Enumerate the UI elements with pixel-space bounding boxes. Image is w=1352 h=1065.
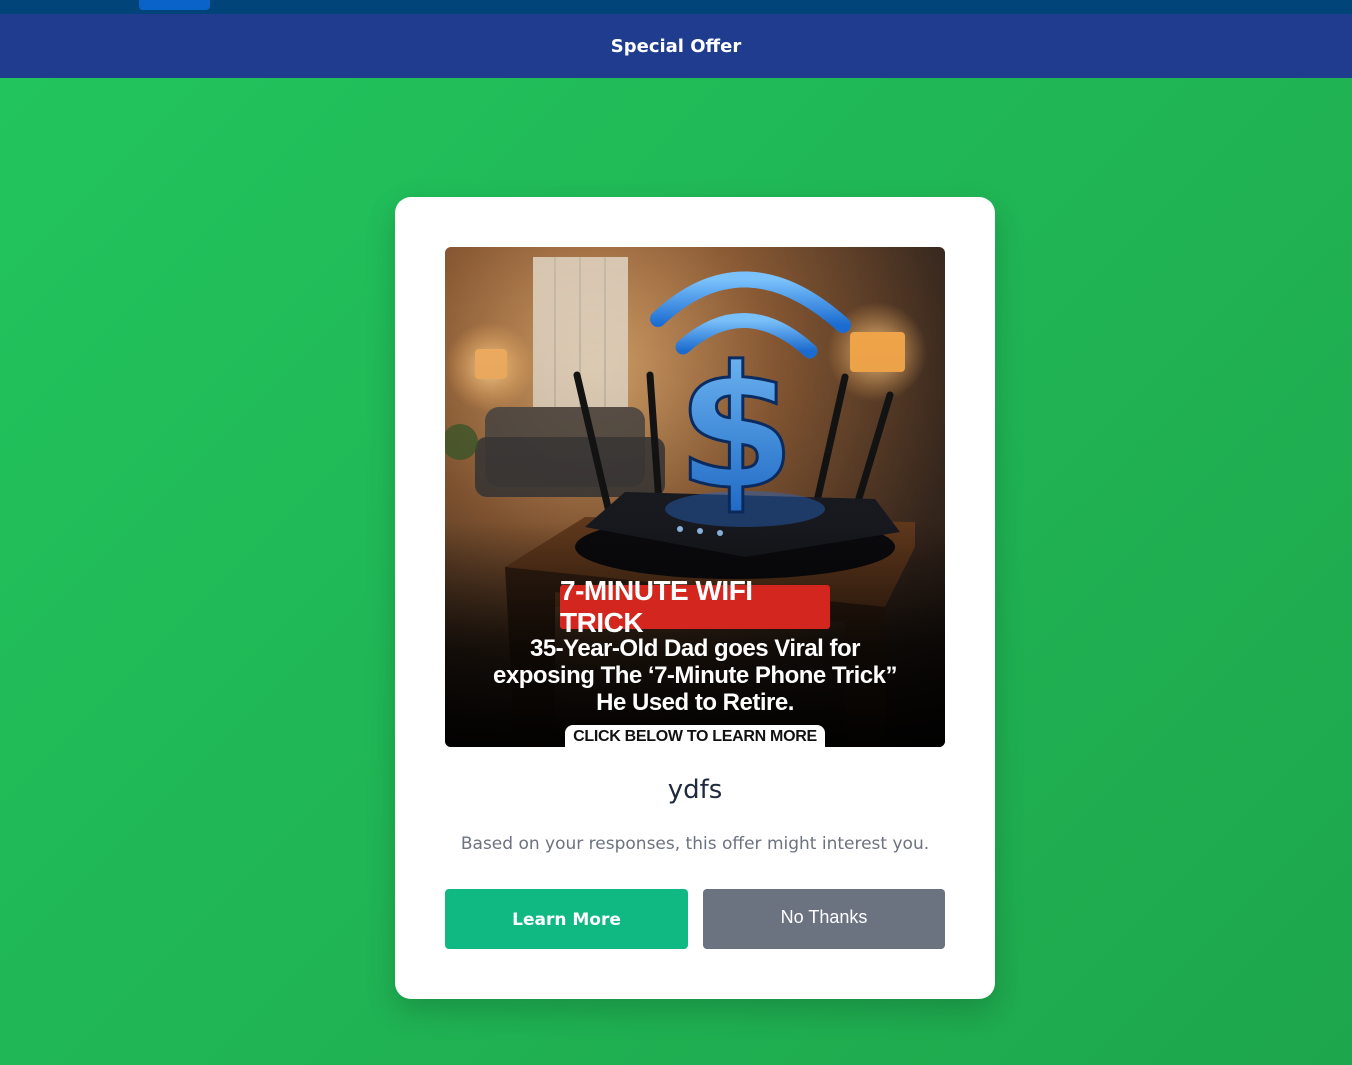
ad-image[interactable]: $ 7-MINUTE WIFI TRICK 35-Year-Old Dad go… bbox=[445, 247, 945, 747]
ad-headline-line-3: He Used to Retire. bbox=[596, 689, 794, 716]
ad-headline-line-2: exposing The ‘7-Minute Phone Trick” bbox=[493, 662, 897, 689]
top-bar: Special Offer bbox=[0, 14, 1352, 78]
offer-description: Based on your responses, this offer migh… bbox=[460, 834, 930, 854]
offer-card: $ 7-MINUTE WIFI TRICK 35-Year-Old Dad go… bbox=[395, 197, 995, 999]
offer-title: ydfs bbox=[667, 775, 723, 805]
no-thanks-button[interactable]: No Thanks bbox=[703, 889, 945, 949]
ad-headline-line-1: 35-Year-Old Dad goes Viral for bbox=[529, 635, 861, 662]
ad-headline: 35-Year-Old Dad goes Viral for exposing … bbox=[465, 635, 925, 716]
browser-strip bbox=[0, 0, 1352, 14]
learn-more-button[interactable]: Learn More bbox=[445, 889, 688, 949]
ad-banner: 7-MINUTE WIFI TRICK bbox=[560, 575, 830, 638]
browser-tab-chip[interactable] bbox=[139, 0, 210, 10]
ad-cta-pill: CLICK BELOW TO LEARN MORE bbox=[565, 725, 825, 747]
page-title: Special Offer bbox=[610, 35, 742, 57]
